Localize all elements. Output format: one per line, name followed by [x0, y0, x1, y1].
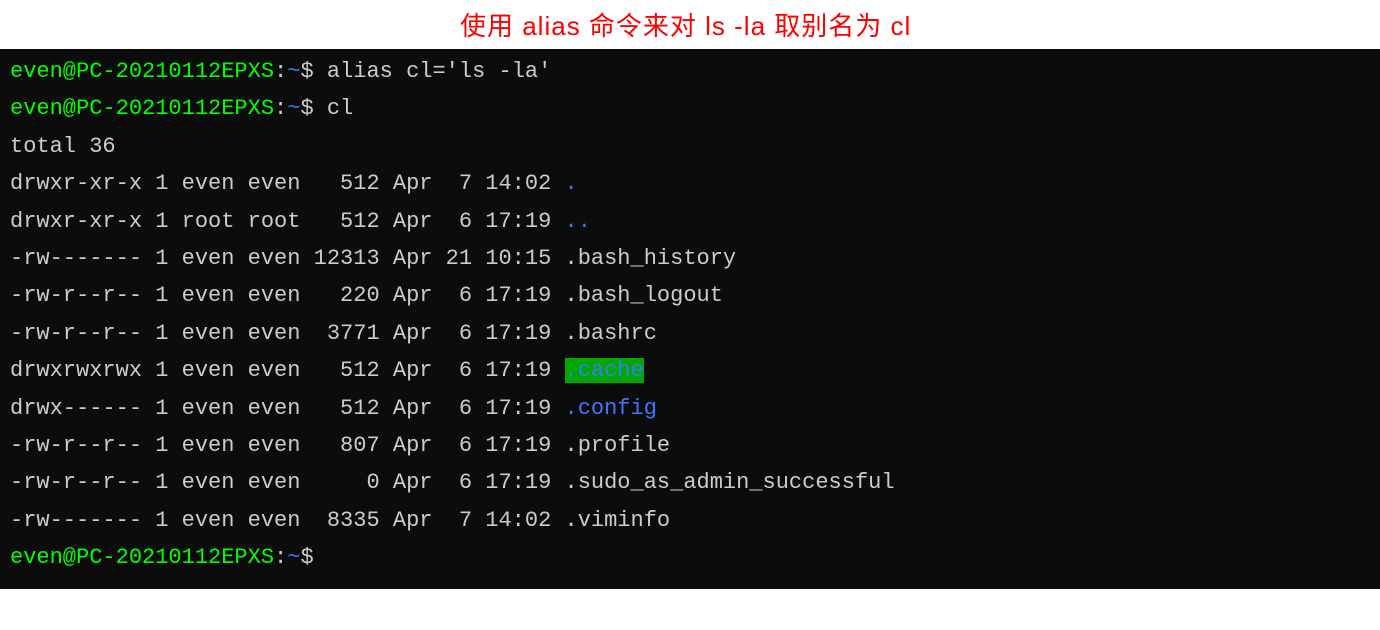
prompt-sep: :	[274, 59, 287, 84]
ls-row: -rw------- 1 even even 8335 Apr 7 14:02 …	[10, 502, 1370, 539]
ls-row-filename: .sudo_as_admin_successful	[565, 470, 895, 495]
ls-row: -rw-r--r-- 1 even even 220 Apr 6 17:19 .…	[10, 277, 1370, 314]
ls-row-meta: -rw-r--r-- 1 even even 3771 Apr 6 17:19	[10, 321, 565, 346]
ls-row-filename: .bash_history	[565, 246, 737, 271]
ls-row: -rw-r--r-- 1 even even 807 Apr 6 17:19 .…	[10, 427, 1370, 464]
ls-row: drwxr-xr-x 1 even even 512 Apr 7 14:02 .	[10, 165, 1370, 202]
ls-row: drwxrwxrwx 1 even even 512 Apr 6 17:19 .…	[10, 352, 1370, 389]
ls-row-filename: .profile	[565, 433, 671, 458]
ls-row-filename: ..	[565, 209, 591, 234]
prompt-user-host: even@PC-20210112EPXS	[10, 545, 274, 570]
ls-row-meta: drwx------ 1 even even 512 Apr 6 17:19	[10, 396, 565, 421]
ls-row-meta: -rw-r--r-- 1 even even 220 Apr 6 17:19	[10, 283, 565, 308]
ls-total: total 36	[10, 128, 1370, 165]
ls-row: drwx------ 1 even even 512 Apr 6 17:19 .…	[10, 390, 1370, 427]
prompt-symbol: $	[300, 545, 313, 570]
ls-row-filename: .viminfo	[565, 508, 671, 533]
prompt-path: ~	[287, 96, 300, 121]
ls-row-meta: -rw-r--r-- 1 even even 0 Apr 6 17:19	[10, 470, 565, 495]
ls-row-filename: .cache	[565, 358, 644, 383]
ls-row: -rw-r--r-- 1 even even 0 Apr 6 17:19 .su…	[10, 464, 1370, 501]
prompt-sep: :	[274, 96, 287, 121]
ls-row-meta: drwxr-xr-x 1 root root 512 Apr 6 17:19	[10, 209, 565, 234]
ls-row: -rw-r--r-- 1 even even 3771 Apr 6 17:19 …	[10, 315, 1370, 352]
prompt-path: ~	[287, 59, 300, 84]
ls-row-filename: .config	[565, 396, 657, 421]
ls-row-meta: drwxr-xr-x 1 even even 512 Apr 7 14:02	[10, 171, 565, 196]
ls-listing: drwxr-xr-x 1 even even 512 Apr 7 14:02 .…	[10, 165, 1370, 539]
ls-row-filename: .	[565, 171, 578, 196]
prompt-symbol: $	[300, 59, 313, 84]
annotation-caption: 使用 alias 命令来对 ls -la 取别名为 cl	[0, 0, 1380, 49]
prompt-line-1: even@PC-20210112EPXS:~$ alias cl='ls -la…	[10, 53, 1370, 90]
ls-row-meta: drwxrwxrwx 1 even even 512 Apr 6 17:19	[10, 358, 565, 383]
prompt-line-2: even@PC-20210112EPXS:~$ cl	[10, 90, 1370, 127]
prompt-sep: :	[274, 545, 287, 570]
ls-row-meta: -rw-r--r-- 1 even even 807 Apr 6 17:19	[10, 433, 565, 458]
prompt-path: ~	[287, 545, 300, 570]
prompt-user-host: even@PC-20210112EPXS	[10, 59, 274, 84]
ls-row: -rw------- 1 even even 12313 Apr 21 10:1…	[10, 240, 1370, 277]
prompt-symbol: $	[300, 96, 313, 121]
ls-row-filename: .bash_logout	[565, 283, 723, 308]
ls-row: drwxr-xr-x 1 root root 512 Apr 6 17:19 .…	[10, 203, 1370, 240]
command-input-1: alias cl='ls -la'	[327, 59, 551, 84]
command-input-2: cl	[327, 96, 353, 121]
ls-row-meta: -rw------- 1 even even 12313 Apr 21 10:1…	[10, 246, 565, 271]
ls-row-filename: .bashrc	[565, 321, 657, 346]
ls-row-meta: -rw------- 1 even even 8335 Apr 7 14:02	[10, 508, 565, 533]
prompt-line-3: even@PC-20210112EPXS:~$	[10, 539, 1370, 576]
terminal-window[interactable]: even@PC-20210112EPXS:~$ alias cl='ls -la…	[0, 49, 1380, 589]
prompt-user-host: even@PC-20210112EPXS	[10, 96, 274, 121]
